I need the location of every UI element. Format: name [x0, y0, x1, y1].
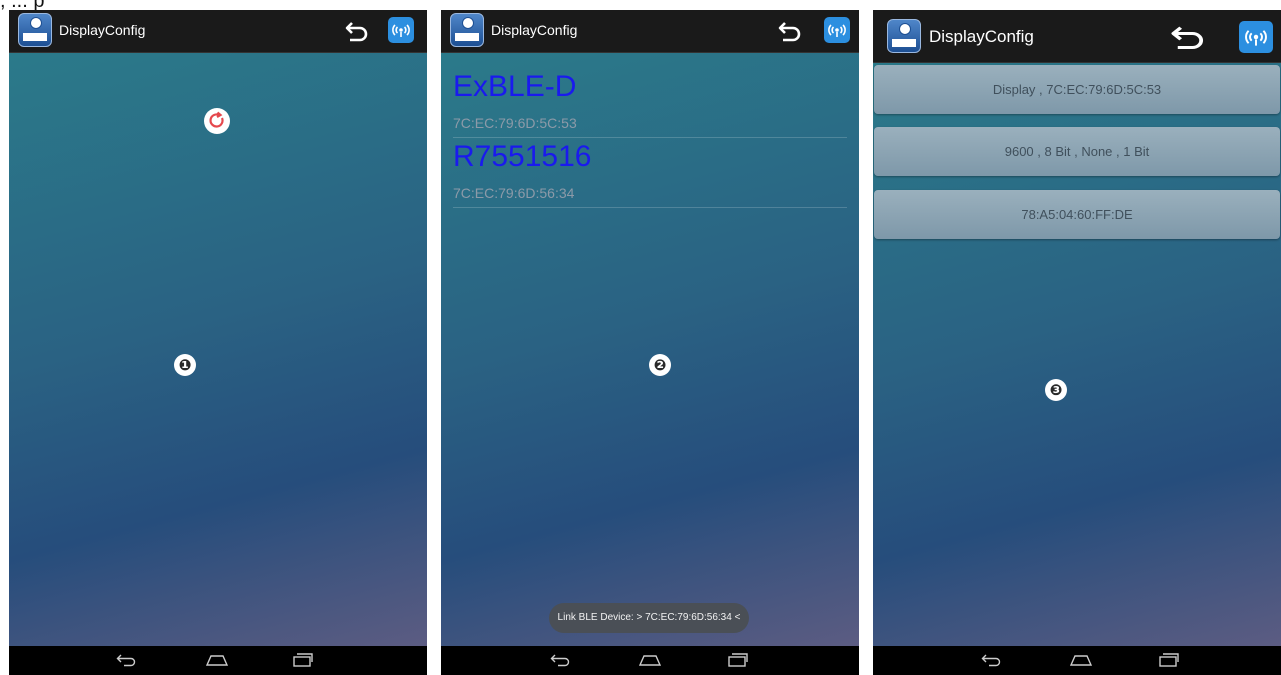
- nav-back-icon[interactable]: [981, 653, 1003, 667]
- step-marker: ❸: [1045, 379, 1067, 401]
- nav-recent-apps-icon[interactable]: [1158, 652, 1180, 668]
- bluetooth-signal-icon[interactable]: [1239, 21, 1273, 53]
- device-name: R7551516: [453, 140, 592, 173]
- app-title: DisplayConfig: [491, 22, 578, 38]
- nav-back-icon[interactable]: [550, 653, 572, 667]
- screen-config: DisplayConfig Display , 7C:EC:79:6D:5C:5…: [873, 10, 1281, 675]
- device-mac: 7C:EC:79:6D:56:34: [453, 185, 575, 201]
- bluetooth-signal-icon[interactable]: [824, 17, 850, 43]
- content-area: ❶: [9, 53, 427, 646]
- back-arrow-icon[interactable]: [344, 19, 370, 43]
- nav-home-icon[interactable]: [1069, 653, 1093, 667]
- content-area: ExBLE-D 7C:EC:79:6D:5C:53 R7551516 7C:EC…: [441, 53, 859, 646]
- device-mac: 7C:EC:79:6D:5C:53: [453, 115, 577, 131]
- screen-scan: DisplayConfig ❶: [9, 10, 427, 675]
- refresh-button[interactable]: [204, 108, 230, 134]
- step-marker: ❶: [174, 354, 196, 376]
- nav-back-icon[interactable]: [116, 653, 138, 667]
- bluetooth-signal-icon[interactable]: [388, 17, 414, 43]
- back-arrow-icon[interactable]: [777, 19, 803, 43]
- nav-recent-apps-icon[interactable]: [292, 652, 314, 668]
- app-logo-icon: [450, 13, 484, 47]
- content-area: Display , 7C:EC:79:6D:5C:53 9600 , 8 Bit…: [873, 63, 1281, 646]
- system-nav-bar: [441, 646, 859, 675]
- app-title: DisplayConfig: [929, 27, 1034, 46]
- app-logo-icon: [18, 13, 52, 47]
- screen-device-list: DisplayConfig ExBLE-D 7C:EC:79:6D:5C:53 …: [441, 10, 859, 675]
- serial-settings-button[interactable]: 9600 , 8 Bit , None , 1 Bit: [874, 127, 1280, 176]
- device-info-button[interactable]: Display , 7C:EC:79:6D:5C:53: [874, 65, 1280, 114]
- system-nav-bar: [9, 646, 427, 675]
- toast-message: Link BLE Device: > 7C:EC:79:6D:56:34 <: [549, 603, 749, 633]
- nav-home-icon[interactable]: [638, 653, 662, 667]
- action-bar: DisplayConfig: [441, 10, 859, 53]
- system-nav-bar: [873, 646, 1281, 675]
- device-name: ExBLE-D: [453, 70, 577, 103]
- action-bar: DisplayConfig: [873, 10, 1281, 63]
- refresh-icon: [209, 111, 224, 128]
- mac-address-button[interactable]: 78:A5:04:60:FF:DE: [874, 190, 1280, 239]
- page-caption: , ... p: [0, 0, 340, 10]
- app-logo-icon: [887, 19, 921, 53]
- back-arrow-icon[interactable]: [1169, 23, 1207, 51]
- list-divider: [453, 207, 847, 208]
- nav-recent-apps-icon[interactable]: [727, 652, 749, 668]
- step-marker: ❷: [649, 354, 671, 376]
- app-title: DisplayConfig: [59, 22, 146, 38]
- action-bar: DisplayConfig: [9, 10, 427, 53]
- list-divider: [453, 137, 847, 138]
- nav-home-icon[interactable]: [205, 653, 229, 667]
